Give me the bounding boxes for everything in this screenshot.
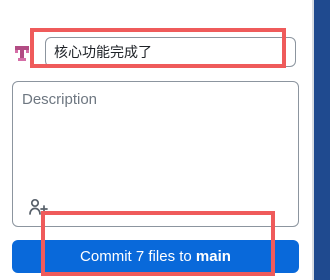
commit-branch-name: main — [195, 248, 231, 265]
author-avatar-icon — [13, 44, 31, 62]
description-placeholder: Description — [22, 91, 98, 108]
commit-button[interactable]: Commit 7 files to main — [12, 240, 299, 273]
commit-description-field[interactable]: Description — [12, 81, 299, 227]
right-edge — [312, 0, 330, 280]
commit-button-prefix: Commit 7 files to — [80, 248, 196, 265]
commit-panel: 核心功能完成了 Description Commit 7 files to ma… — [0, 0, 312, 280]
commit-summary-input[interactable]: 核心功能完成了 — [45, 37, 296, 67]
add-coauthor-icon[interactable] — [27, 198, 49, 216]
